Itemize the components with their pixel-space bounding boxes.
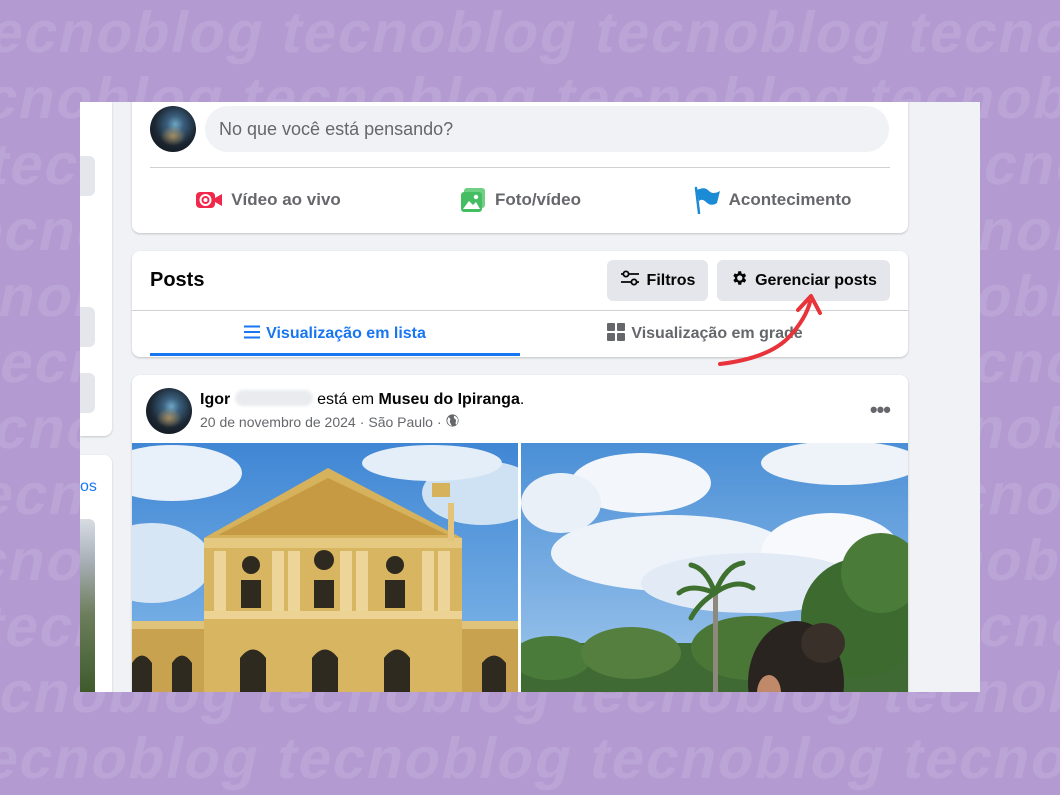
tab-list-view[interactable]: Visualização em lista [150,311,520,357]
facebook-profile-screenshot: os No que você está pensando? Vídeo ao v… [80,102,980,692]
composer-actions: Vídeo ao vivo Foto/vídeo Acontecimento [142,176,898,224]
post-photo-park[interactable] [521,443,908,692]
photo-video-button[interactable]: Foto/vídeo [394,176,646,224]
left-sidebar-card [80,102,112,436]
left-photo-thumbnail[interactable] [80,519,95,692]
post-more-options-button[interactable]: ••• [870,397,891,423]
post-author-line: Igor está em Museu do Ipiranga. [200,390,524,409]
manage-posts-label: Gerenciar posts [755,271,877,289]
list-icon [244,325,261,344]
author-name[interactable]: Igor [200,391,230,408]
redacted-surname [234,390,313,406]
flag-icon [693,186,721,214]
post-meta: 20 de novembro de 2024 · São Paulo · [200,414,459,430]
posts-title: Posts [150,269,205,291]
life-event-label: Acontecimento [728,190,852,209]
author-connector: está em [317,391,375,408]
meta-separator: · [436,414,442,430]
filters-label: Filtros [646,271,696,289]
post-photo-museum[interactable] [132,443,518,692]
avatar[interactable] [150,106,196,152]
live-video-label: Vídeo ao vivo [231,190,341,209]
composer-input[interactable]: No que você está pensando? [205,106,889,152]
active-tab-indicator [150,353,520,356]
globe-icon[interactable] [446,414,459,430]
post-date[interactable]: 20 de novembro de 2024 [200,414,356,430]
meta-separator: · [359,414,365,430]
left-sidebar-button[interactable] [80,156,95,196]
place-link[interactable]: Museu do Ipiranga [379,391,520,408]
left-sidebar-button[interactable] [80,307,95,347]
photo-video-label: Foto/vídeo [495,190,581,209]
filters-button[interactable]: Filtros [607,260,708,301]
place-suffix: . [519,391,525,408]
post-composer: No que você está pensando? Vídeo ao vivo [132,102,908,233]
live-video-icon [195,186,223,214]
annotation-arrow [718,294,822,366]
left-sidebar-button[interactable] [80,373,95,413]
left-see-all-link[interactable]: os [80,478,97,496]
tab-grid-view[interactable]: Visualização em grade [520,311,890,357]
avatar[interactable] [146,388,192,434]
grid-icon [607,322,626,346]
divider [150,167,890,168]
photo-video-icon [459,186,487,214]
life-event-button[interactable]: Acontecimento [646,176,898,224]
live-video-button[interactable]: Vídeo ao vivo [142,176,394,224]
post-location: São Paulo [368,414,433,430]
sliders-icon [620,269,640,292]
post-card: Igor está em Museu do Ipiranga. 20 de no… [132,375,908,692]
tab-list-label: Visualização em lista [266,325,426,342]
